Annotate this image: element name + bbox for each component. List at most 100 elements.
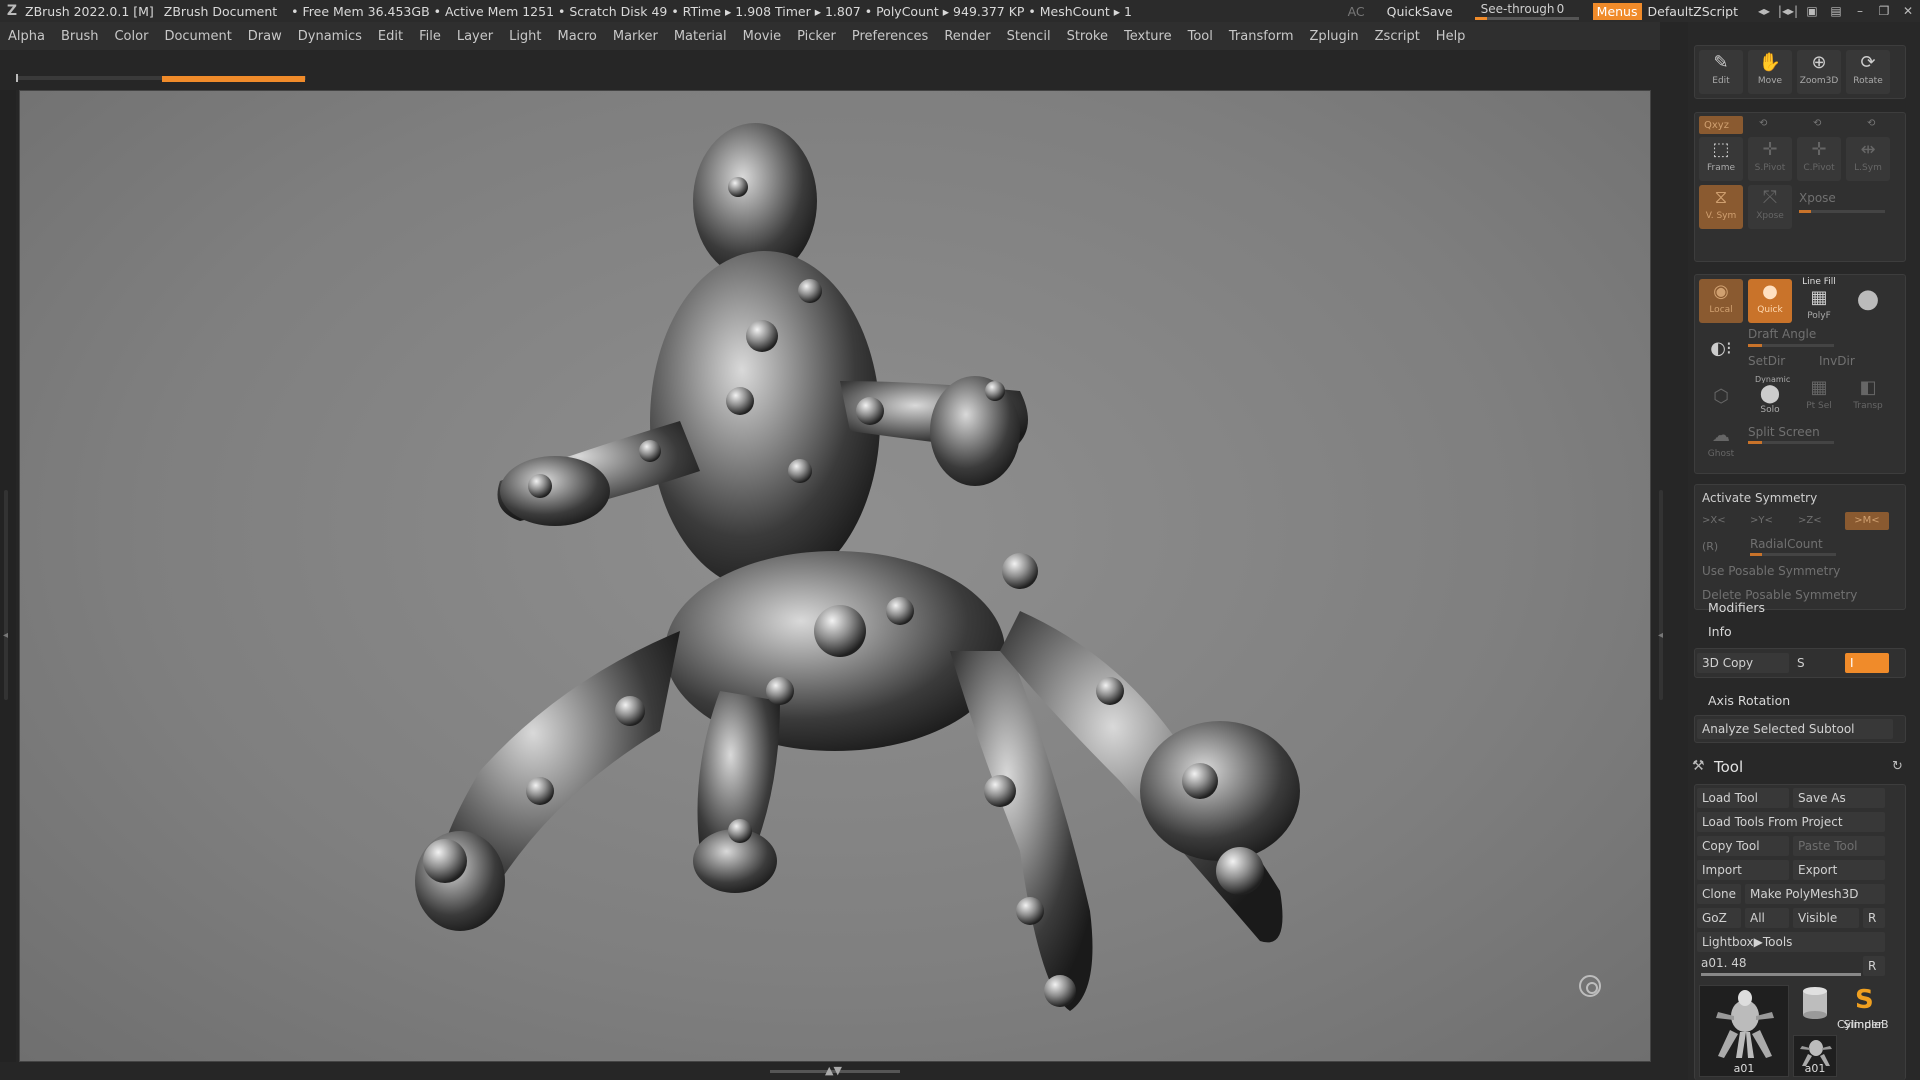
tool-reset-icon[interactable]: ↻ [1892,759,1903,774]
goz-r-button[interactable]: R [1863,908,1885,928]
menu-movie[interactable]: Movie [735,29,789,44]
menu-draw[interactable]: Draw [240,29,290,44]
menu-stroke[interactable]: Stroke [1059,29,1116,44]
split-screen-slider[interactable] [1748,441,1834,444]
3d-copy-button[interactable]: 3D Copy [1697,653,1789,673]
tool-palette-title[interactable]: Tool [1714,758,1743,776]
canvas-viewport[interactable] [19,90,1651,1062]
rotate-x-icon[interactable]: ⟲ [1759,118,1767,129]
sculpted-model-image[interactable] [20,91,1651,1062]
menu-stencil[interactable]: Stencil [999,29,1059,44]
copy-tool-button[interactable]: Copy Tool [1697,836,1789,856]
clone-button[interactable]: Clone [1697,884,1741,904]
interface-layout-icon[interactable]: ◂▸ [1752,4,1776,18]
right-tray-grip[interactable] [1659,490,1663,700]
menu-alpha[interactable]: Alpha [0,29,53,44]
save-as-button[interactable]: Save As [1793,788,1885,808]
menu-material[interactable]: Material [666,29,735,44]
quick-button[interactable]: ● Quick [1748,279,1792,323]
local-button[interactable]: ◉ Local [1699,279,1743,323]
xyz-button[interactable]: Qxyz [1699,116,1743,134]
menu-file[interactable]: File [411,29,449,44]
lightbox-tools-button[interactable]: Lightbox▶Tools [1697,932,1885,952]
menu-marker[interactable]: Marker [605,29,666,44]
paste-tool-button[interactable]: Paste Tool [1793,836,1885,856]
default-zscript-button[interactable]: DefaultZScript [1648,4,1739,19]
export-button[interactable]: Export [1793,860,1885,880]
tool-pin-icon[interactable]: ⚒ [1692,758,1705,774]
menu-zplugin[interactable]: Zplugin [1302,29,1367,44]
tool-thumb-a01-large[interactable]: a01 [1699,985,1789,1077]
menu-help[interactable]: Help [1428,29,1474,44]
goz-button[interactable]: GoZ [1697,908,1741,928]
menu-brush[interactable]: Brush [53,29,107,44]
menu-render[interactable]: Render [936,29,998,44]
menu-color[interactable]: Color [106,29,156,44]
menu-light[interactable]: Light [501,29,549,44]
setdir-button[interactable]: SetDir [1748,354,1785,368]
menu-layer[interactable]: Layer [449,29,501,44]
menu-dynamics[interactable]: Dynamics [290,29,370,44]
current-tool-slider[interactable] [1701,973,1861,976]
goz-all-button[interactable]: All [1745,908,1789,928]
matcap-sphere-button[interactable]: ● [1846,279,1890,323]
modifiers-header[interactable]: Modifiers [1708,600,1765,615]
radial-r-button[interactable]: (R) [1702,540,1718,553]
cube-button[interactable]: ⬡ [1699,375,1743,419]
menu-zscript[interactable]: Zscript [1367,29,1428,44]
v-sym-button[interactable]: ⧖ V. Sym [1699,185,1743,229]
left-tray-arrow-icon[interactable]: ◂ [3,630,8,641]
left-tray-grip[interactable] [4,490,8,700]
ui-colors-icon[interactable]: ▤ [1824,4,1848,18]
import-button[interactable]: Import [1697,860,1789,880]
menu-document[interactable]: Document [156,29,239,44]
bottom-tray[interactable]: ▲▼ [0,1062,1660,1080]
xpose-button[interactable]: ⤧ Xpose [1748,185,1792,229]
menu-macro[interactable]: Macro [550,29,605,44]
minimize-icon[interactable]: – [1848,4,1872,18]
goz-visible-button[interactable]: Visible [1793,908,1859,928]
solo-button[interactable]: ⬤ Solo [1748,383,1792,419]
left-tray[interactable]: ◂ [0,90,16,1080]
c-pivot-button[interactable]: ✛ C.Pivot [1797,137,1841,181]
rotate-button[interactable]: ⟳ Rotate [1846,50,1890,94]
menu-tool[interactable]: Tool [1180,29,1221,44]
invdir-button[interactable]: InvDir [1819,354,1855,368]
edit-button[interactable]: ✎ Edit [1699,50,1743,94]
draft-angle-slider[interactable] [1748,344,1834,347]
load-tool-button[interactable]: Load Tool [1697,788,1789,808]
sym-x-button[interactable]: >X< [1702,515,1726,526]
load-tools-from-project-button[interactable]: Load Tools From Project [1697,812,1885,832]
frame-button[interactable]: ⬚ Frame [1699,137,1743,181]
rotate-y-icon[interactable]: ⟲ [1813,118,1821,129]
i-input[interactable]: I [1845,653,1889,673]
move-button[interactable]: ✋ Move [1748,50,1792,94]
shade-toggle-button[interactable]: ◐⁝ [1699,331,1743,367]
xpose-slider[interactable] [1799,210,1885,213]
polyf-button[interactable]: Line Fill ▦ PolyF [1797,277,1841,323]
quicksave-button[interactable]: QuickSave [1387,4,1453,19]
ui-layout-icon[interactable]: ▣ [1800,4,1824,18]
ac-label[interactable]: AC [1348,4,1365,19]
s-pivot-button[interactable]: ✛ S.Pivot [1748,137,1792,181]
sym-z-button[interactable]: >Z< [1798,515,1822,526]
restore-icon[interactable]: ❐ [1872,4,1896,18]
pt-sel-button[interactable]: ▦ Pt Sel [1797,375,1841,419]
analyze-subtool-button[interactable]: Analyze Selected Subtool [1697,719,1893,739]
ghost-button[interactable]: ☁ Ghost [1699,423,1743,467]
right-tray-divider[interactable]: ◂ [1652,90,1688,1080]
zoom3d-button[interactable]: ⊕ Zoom3D [1797,50,1841,94]
sym-y-button[interactable]: >Y< [1750,515,1773,526]
rotate-z-icon[interactable]: ⟲ [1867,118,1875,129]
l-sym-button[interactable]: ⇹ L.Sym [1846,137,1890,181]
tool-thumb-a01-small[interactable]: a01 [1793,1035,1837,1077]
menu-texture[interactable]: Texture [1116,29,1180,44]
transp-button[interactable]: ◧ Transp [1846,375,1890,419]
right-tray-arrow-icon[interactable]: ◂ [1658,630,1663,641]
current-tool-r-button[interactable]: R [1863,956,1885,976]
sym-m-button[interactable]: >M< [1845,512,1889,530]
menu-picker[interactable]: Picker [789,29,844,44]
menu-preferences[interactable]: Preferences [844,29,936,44]
info-header[interactable]: Info [1708,624,1732,639]
bottom-tray-arrow-icon[interactable]: ▲▼ [825,1064,842,1077]
